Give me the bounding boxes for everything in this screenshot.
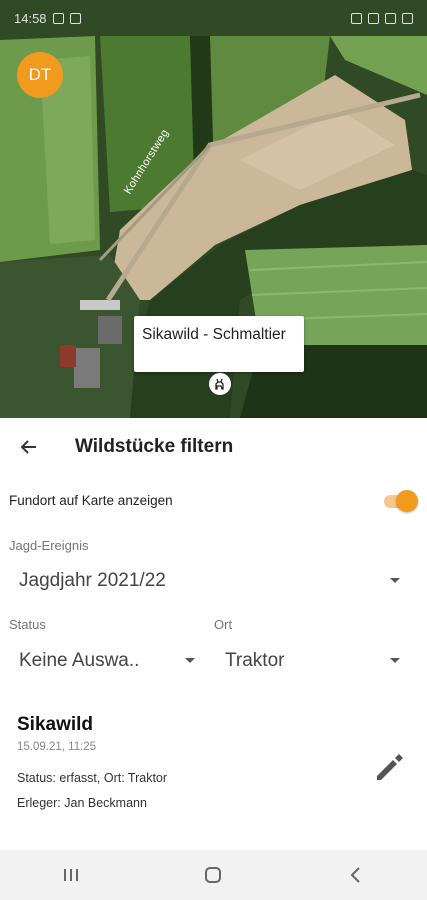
event-select[interactable]: Jagdjahr 2021/22 <box>19 568 409 594</box>
mail-notification-icon <box>69 12 81 24</box>
chevron-down-icon <box>185 658 195 663</box>
filter-panel: Wildstücke filtern Fundort auf Karte anz… <box>0 418 427 850</box>
status-bar: 14:58 <box>0 0 427 36</box>
map-callout-text: Sikawild - Schmaltier <box>142 326 286 343</box>
map-callout[interactable]: Sikawild - Schmaltier <box>134 316 304 372</box>
panel-header: Wildstücke filtern <box>0 418 427 476</box>
location-select-value: Traktor <box>225 650 285 671</box>
show-location-toggle[interactable] <box>382 490 418 512</box>
mute-icon <box>351 12 362 24</box>
event-select-value: Jagdjahr 2021/22 <box>19 570 166 591</box>
location-icon <box>368 12 379 24</box>
location-select[interactable]: Traktor <box>225 648 409 674</box>
avatar[interactable]: DT <box>17 52 63 98</box>
back-button[interactable] <box>12 430 46 464</box>
status-select[interactable]: Keine Auswa.. <box>19 648 199 674</box>
list-item[interactable]: Sikawild 15.09.21, 11:25 Status: erfasst… <box>0 708 427 828</box>
status-time: 14:58 <box>14 10 47 26</box>
list-item-status: Status: erfasst, Ort: Traktor <box>17 771 168 785</box>
list-item-title: Sikawild <box>17 714 94 735</box>
edit-button[interactable] <box>370 748 408 786</box>
status-select-value: Keine Auswa.. <box>19 650 140 671</box>
list-item-date: 15.09.21, 11:25 <box>17 741 97 753</box>
back-icon <box>350 867 360 883</box>
app-root: 14:58 DT Kohnhorstweg Sikawild - Schmalt… <box>0 0 427 900</box>
chevron-down-icon <box>390 658 400 663</box>
nav-back-button[interactable] <box>326 855 386 895</box>
avatar-initials: DT <box>28 65 52 84</box>
chevron-down-icon <box>390 578 400 583</box>
map-view[interactable]: 14:58 DT Kohnhorstweg Sikawild - Schmalt… <box>0 0 427 418</box>
recents-button[interactable] <box>41 855 101 895</box>
recents-icon <box>64 869 79 881</box>
pencil-icon <box>377 754 403 780</box>
wifi-icon <box>385 12 396 24</box>
home-button[interactable] <box>183 855 243 895</box>
deer-icon[interactable] <box>208 372 232 396</box>
list-item-hunter: Erleger: Jan Beckmann <box>17 796 147 810</box>
system-nav-bar <box>0 850 427 900</box>
toggle-thumb <box>396 490 418 512</box>
gallery-notification-icon <box>52 12 64 24</box>
show-location-label: Fundort auf Karte anzeigen <box>9 493 173 508</box>
page-title: Wildstücke filtern <box>75 436 234 457</box>
arrow-left-icon <box>20 440 36 454</box>
deer-glyph <box>215 378 224 390</box>
show-location-row: Fundort auf Karte anzeigen <box>0 482 427 518</box>
event-label: Jagd-Ereignis <box>9 538 89 553</box>
home-icon <box>205 867 222 883</box>
battery-icon <box>402 12 413 24</box>
status-label: Status <box>9 617 46 632</box>
location-label: Ort <box>214 617 233 632</box>
